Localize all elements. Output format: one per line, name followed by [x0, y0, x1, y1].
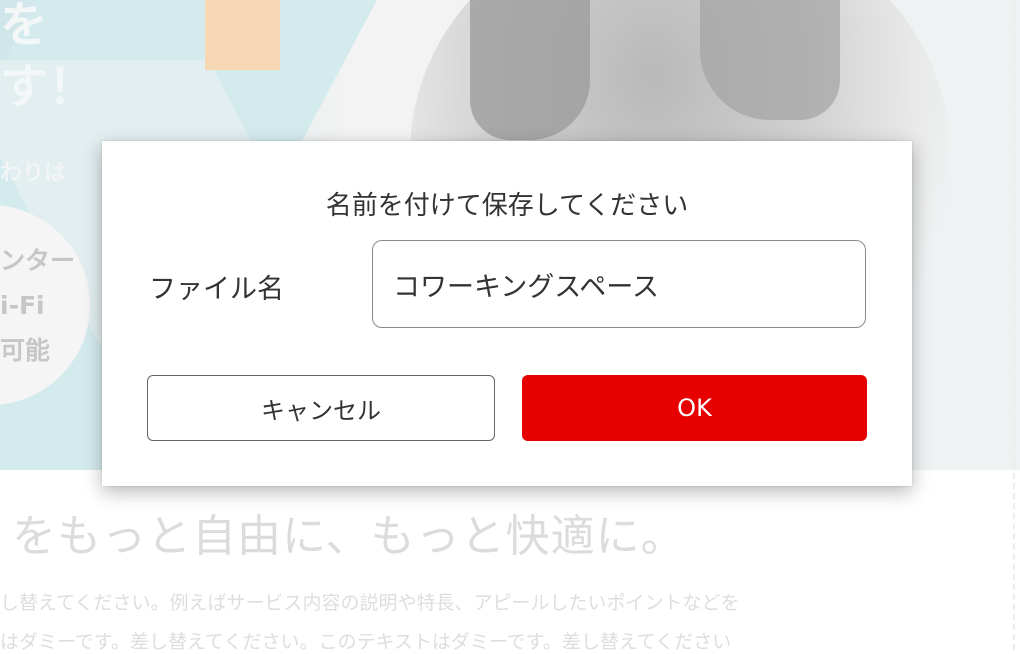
hero-heading-line: す！ — [0, 59, 97, 115]
save-dialog: 名前を付けて保存してください ファイル名 キャンセル OK — [102, 141, 912, 486]
dialog-title: 名前を付けて保存してください — [325, 191, 689, 221]
hero-heading: を す！ — [0, 0, 96, 118]
file-name-input[interactable] — [372, 240, 866, 328]
badge-line: i-Fi — [0, 291, 45, 320]
section-body-text: し替えてください。例えばサービス内容の説明や特長、アピールしたいポイントなどを — [0, 592, 740, 614]
hero-accent — [205, 0, 280, 70]
badge-line: ンター — [0, 246, 76, 275]
page-edge-divider — [1013, 0, 1015, 650]
hero-heading-line: を — [0, 0, 49, 53]
file-name-label: ファイル名 — [149, 274, 284, 305]
badge-line: 可能 — [0, 336, 51, 365]
ok-button[interactable]: OK — [522, 375, 867, 441]
hero-photo-detail — [470, 0, 590, 140]
section-headline: をもっと自由に、もっと快適に。 — [12, 511, 686, 562]
cancel-button[interactable]: キャンセル — [147, 375, 495, 441]
hero-badge-text: ンター i-Fi 可能 — [0, 238, 75, 373]
hero-subtext: わりは — [0, 161, 67, 186]
